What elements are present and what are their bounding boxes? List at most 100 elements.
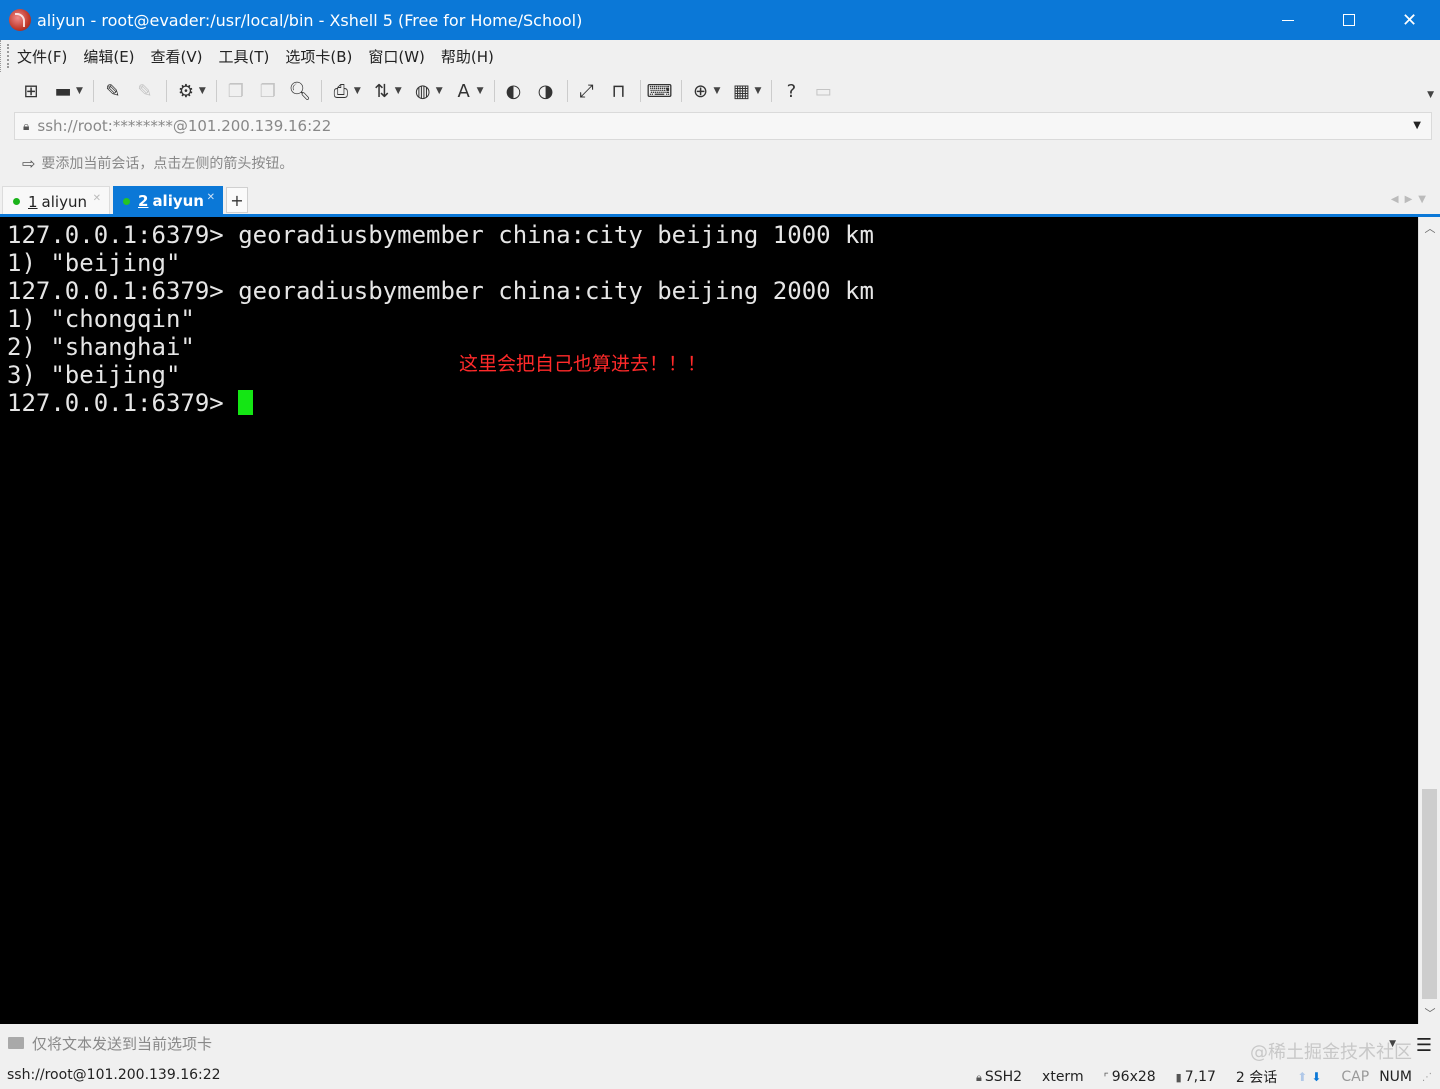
terminal-scrollbar[interactable]: ︿ ﹀ [1418,217,1440,1024]
menu-window[interactable]: 窗口(W) [368,46,425,67]
connected-status-icon [13,198,20,205]
tab-close-icon[interactable]: ✕ [93,193,101,204]
xshell-app-icon[interactable] [9,9,31,31]
scroll-down-icon[interactable]: ﹀ [1419,1004,1440,1022]
menu-bar: 文件(F) 编辑(E) 查看(V) 工具(T) 选项卡(B) 窗口(W) 帮助(… [0,40,1440,72]
status-connection: ssh://root@101.200.139.16:22 [7,1067,221,1083]
disconnect-icon[interactable]: ✎ [132,78,158,104]
tab-close-icon[interactable]: ✕ [207,192,215,203]
transfer-dropdown-icon[interactable]: ▼ [395,86,402,96]
tab-session-2[interactable]: 2 aliyun ✕ [113,186,223,216]
red-annotation: 这里会把自己也算进去！！！ [459,353,707,375]
status-bar: ssh://root@101.200.139.16:22 🔒︎ SSH2 xter… [0,1061,1440,1089]
font-dropdown-icon[interactable]: ▼ [477,86,484,96]
lock-icon: 🔒︎ [975,1071,982,1084]
status-protocol: 🔒︎ SSH2 [976,1069,1022,1085]
upload-arrow-icon: ⬆ [1297,1070,1308,1084]
close-button[interactable]: ✕ [1379,0,1440,40]
compose-menu-icon[interactable]: ☰ [1416,1035,1432,1056]
keyboard-icon[interactable]: ⌨ [647,78,673,104]
terminal-pane[interactable]: 127.0.0.1:6379> georadiusbymember china:… [0,217,1418,1024]
menu-tools[interactable]: 工具(T) [219,46,270,67]
tab-label: aliyun [152,192,204,210]
fullscreen-icon[interactable]: ⤢ [574,78,600,104]
status-caps: CAP [1341,1069,1370,1085]
toolbar-overflow-icon[interactable]: ▼ [1427,90,1434,100]
protocol-label: SSH2 [984,1069,1023,1085]
toolbar-separator [639,80,641,102]
terminal-line: 1) "chongqin" [7,305,195,333]
new-session-icon[interactable]: ⊞ [18,78,44,104]
terminal-line: 1) "beijing" [7,249,181,277]
scripts-icon[interactable]: ◑ [533,78,559,104]
open-folder-icon[interactable]: ▬ [50,78,76,104]
compose-keyboard-icon [8,1037,24,1049]
address-input[interactable]: 🔒︎ ssh://root:********@101.200.139.16:22… [14,112,1432,140]
font-icon[interactable]: A [451,78,477,104]
status-num: NUM [1379,1069,1412,1085]
menu-view[interactable]: 查看(V) [151,46,203,67]
compose-bar[interactable]: 仅将文本发送到当前选项卡 ▼ ☰ [0,1027,1440,1059]
layout-icon[interactable]: ▦ [728,78,754,104]
paste-icon[interactable]: ❐ [255,78,281,104]
lock-icon[interactable]: ⊓ [606,78,632,104]
new-tab-dropdown-icon[interactable]: ▼ [714,86,721,96]
copy-icon[interactable]: ❐ [223,78,249,104]
menu-help[interactable]: 帮助(H) [441,46,494,67]
tab-number: 1 [28,192,38,211]
status-terminal-type: xterm [1042,1069,1084,1085]
properties-dropdown-icon[interactable]: ▼ [199,86,206,96]
address-url: ssh://root:********@101.200.139.16:22 [37,117,332,135]
window-title: aliyun - root@evader:/usr/local/bin - Xs… [37,10,583,30]
add-session-arrow-icon[interactable]: ⇨ [22,154,35,173]
globe-dropdown-icon[interactable]: ▼ [436,86,443,96]
close-icon: ✕ [1401,9,1418,31]
print-dropdown-icon[interactable]: ▼ [354,86,361,96]
help-icon[interactable]: ? [778,78,804,104]
new-tab-icon[interactable]: ⊕ [688,78,714,104]
window-controls: ✕ [1257,0,1440,40]
status-right: 🔒︎ SSH2 xterm ⌜ 96x28 ▮ 7,17 2 会话 ⬆ ⬇ CAP NU… [956,1067,1432,1087]
tab-bar: 1 aliyun ✕ 2 aliyun ✕ + ◀▶▼ [0,184,1440,216]
menu-edit[interactable]: 编辑(E) [83,46,134,67]
find-icon[interactable]: 🔍︎ [287,78,313,104]
menu-tabs[interactable]: 选项卡(B) [285,46,352,67]
menu-file[interactable]: 文件(F) [17,46,67,67]
print-icon[interactable]: ⎙ [328,78,354,104]
maximize-icon [1342,14,1355,26]
menubar-grip[interactable] [7,44,9,68]
resize-grip-icon[interactable]: ⋰ [1422,1072,1432,1083]
size-label: 96x28 [1111,1069,1156,1085]
toolbar-separator [320,80,322,102]
scrollbar-thumb[interactable] [1422,789,1437,999]
tab-scroll-arrows-icon[interactable]: ◀▶▼ [1391,194,1432,205]
address-dropdown-icon[interactable]: ▼ [1413,120,1421,131]
status-traffic: ⬆ ⬇ [1297,1069,1321,1085]
globe-icon[interactable]: ◍ [410,78,436,104]
status-position: ▮ 7,17 [1176,1069,1216,1085]
add-tab-button[interactable]: + [226,187,248,213]
size-icon: ⌜ [1103,1071,1109,1084]
scroll-up-icon[interactable]: ︿ [1419,219,1440,237]
terminal-line: 127.0.0.1:6379> georadiusbymember china:… [7,221,874,249]
tab-session-1[interactable]: 1 aliyun ✕ [2,186,110,216]
minimize-icon [1281,19,1294,21]
tab-label: aliyun [41,192,87,211]
status-sessions: 2 会话 [1235,1070,1278,1086]
terminal-cursor [238,390,254,415]
toolbar-separator [165,80,167,102]
maximize-button[interactable] [1318,0,1379,40]
terminal-line: 3) "beijing" [7,361,181,389]
open-dropdown-icon[interactable]: ▼ [76,86,83,96]
toolbar-separator [680,80,682,102]
properties-icon[interactable]: ⚙ [173,78,199,104]
xftp-icon[interactable]: ◐ [501,78,527,104]
terminal-line: 127.0.0.1:6379> georadiusbymember china:… [7,277,874,305]
layout-dropdown-icon[interactable]: ▼ [754,86,761,96]
transfer-icon[interactable]: ⇅ [369,78,395,104]
status-size: ⌜ 96x28 [1104,1069,1156,1085]
minimize-button[interactable] [1257,0,1318,40]
terminal-prompt-line: 127.0.0.1:6379> [7,389,1418,417]
chat-icon[interactable]: ▭ [810,78,836,104]
reconnect-icon[interactable]: ✎ [100,78,126,104]
